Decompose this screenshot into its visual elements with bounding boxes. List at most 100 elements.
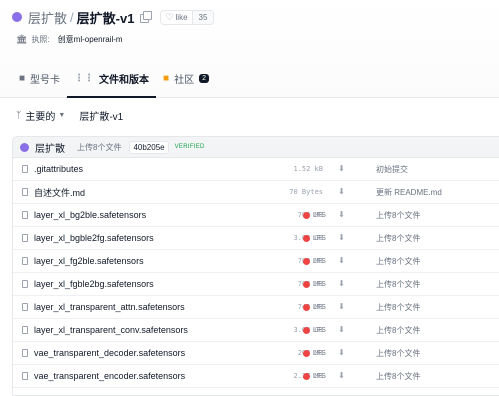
file-name-link[interactable]: layer_xl_transparent_conv.safetensors: [34, 325, 188, 335]
license-value[interactable]: 创意ml-openrail-m: [58, 34, 123, 45]
lfs-badge: LFS: [303, 349, 326, 357]
tab-community[interactable]: ■ 社区 2: [156, 60, 216, 98]
lfs-icon: [303, 211, 310, 219]
file-icon: [22, 349, 28, 357]
org-avatar[interactable]: [12, 12, 22, 22]
tab-model-card-label: 型号卡: [30, 74, 61, 86]
verified-badge: VERIFIED: [174, 144, 205, 150]
file-commit-message[interactable]: 上传8个文件: [376, 256, 420, 267]
file-icon: [22, 280, 28, 288]
lfs-icon: [303, 280, 310, 288]
file-commit-message[interactable]: 上传8个文件: [376, 371, 420, 382]
table-row: layer_xl_bg2ble.safetensors 702 MB LFS ⬇…: [13, 204, 499, 227]
file-size: 70 Bytes: [289, 188, 323, 196]
download-icon[interactable]: ⬇: [337, 187, 346, 197]
tab-files-and-versions[interactable]: ⋮⋮ 文件和版本: [67, 60, 157, 98]
lfs-badge: LFS: [303, 326, 326, 334]
commit-author[interactable]: 层扩散: [35, 140, 65, 155]
repo-name-link[interactable]: 层扩散-v1: [77, 8, 135, 27]
file-commit-message[interactable]: 上传8个文件: [376, 302, 420, 313]
lfs-icon: [303, 372, 310, 380]
lfs-label: LFS: [313, 326, 326, 334]
like-count[interactable]: 35: [191, 10, 214, 24]
lfs-badge: LFS: [303, 234, 326, 242]
file-name-link[interactable]: layer_xl_fgble2bg.safetensors: [34, 279, 154, 289]
table-row: 自述文件.md 70 Bytes ⬇ 更新 README.md: [13, 181, 499, 204]
file-commit-message[interactable]: 上传8个文件: [376, 325, 420, 336]
file-icon: [22, 211, 28, 219]
download-icon[interactable]: ⬇: [337, 371, 346, 381]
download-icon[interactable]: ⬇: [337, 256, 346, 266]
chevron-down-icon[interactable]: ▼: [58, 112, 65, 119]
breadcrumb[interactable]: 层扩散-v1: [79, 108, 123, 123]
file-name-link[interactable]: layer_xl_fg2ble.safetensors: [34, 256, 144, 266]
file-name-link[interactable]: 自述文件.md: [34, 186, 85, 199]
file-icon: [22, 188, 28, 196]
file-commit-message[interactable]: 上传8个文件: [376, 210, 420, 221]
community-count-badge: 2: [199, 73, 209, 83]
tab-model-card[interactable]: ■ 型号卡: [12, 60, 67, 98]
last-commit-bar: 层扩散 上传8个文件 40b205e VERIFIED: [13, 137, 499, 158]
lfs-badge: LFS: [303, 211, 326, 219]
file-name-link[interactable]: vae_transparent_encoder.safetensors: [34, 371, 185, 381]
branch-row: ᛉ 主要的 ▼ 层扩散-v1: [16, 108, 123, 123]
avatar: [20, 142, 29, 152]
download-icon[interactable]: ⬇: [337, 164, 346, 174]
file-icon: [22, 234, 28, 242]
file-commit-message[interactable]: 更新 README.md: [376, 187, 442, 198]
table-row: layer_xl_transparent_attn.safetensors 74…: [13, 296, 499, 319]
lfs-icon: [303, 326, 310, 334]
like-label: like: [175, 12, 188, 22]
org-name-link[interactable]: 层扩散: [28, 8, 67, 27]
file-icon: [22, 257, 28, 265]
file-name-link[interactable]: layer_xl_transparent_attn.safetensors: [34, 302, 185, 312]
lfs-label: LFS: [313, 303, 326, 311]
file-name-link[interactable]: layer_xl_bgble2fg.safetensors: [34, 233, 154, 243]
repo-title-row: 层扩散 / 层扩散-v1 ♡ like 35: [12, 8, 215, 27]
cube-icon: ■: [19, 72, 26, 84]
lfs-label: LFS: [313, 372, 326, 380]
lfs-badge: LFS: [303, 372, 326, 380]
commit-message[interactable]: 上传8个文件: [77, 142, 121, 153]
copy-icon[interactable]: [140, 11, 153, 23]
table-row: layer_xl_fg2ble.safetensors 702 MB LFS ⬇…: [13, 250, 499, 273]
commit-hash[interactable]: 40b205e: [129, 140, 169, 154]
download-icon[interactable]: ⬇: [337, 233, 346, 243]
table-row: vae_transparent_encoder.safetensors 2.37…: [13, 365, 499, 388]
table-row: layer_xl_transparent_conv.safetensors 3.…: [13, 319, 499, 342]
like-button[interactable]: ♡ like 35: [160, 9, 215, 25]
download-icon[interactable]: ⬇: [337, 325, 346, 335]
branch-selector[interactable]: 主要的: [25, 108, 55, 123]
table-row: vae_transparent_decoder.safetensors 208 …: [13, 342, 499, 365]
lfs-icon: [303, 303, 310, 311]
lfs-badge: LFS: [303, 303, 326, 311]
download-icon[interactable]: ⬇: [337, 210, 346, 220]
lfs-label: LFS: [313, 280, 326, 288]
file-icon: [22, 303, 28, 311]
download-icon[interactable]: ⬇: [337, 302, 346, 312]
file-commit-message[interactable]: 初始提交: [376, 164, 408, 175]
lfs-icon: [303, 349, 310, 357]
lfs-label: LFS: [313, 234, 326, 242]
heart-icon: ♡: [165, 11, 174, 22]
chat-icon: ■: [163, 72, 170, 84]
file-name-link[interactable]: .gitattributes: [34, 164, 83, 174]
file-commit-message[interactable]: 上传8个文件: [376, 348, 420, 359]
download-icon[interactable]: ⬇: [337, 348, 346, 358]
file-name-link[interactable]: vae_transparent_decoder.safetensors: [34, 348, 185, 358]
file-name-link[interactable]: layer_xl_bg2ble.safetensors: [34, 210, 146, 220]
lfs-icon: [303, 234, 310, 242]
file-commit-message[interactable]: 上传8个文件: [376, 279, 420, 290]
files-icon: ⋮⋮: [74, 72, 95, 84]
file-size: 1.52 kB: [293, 165, 323, 173]
table-row: .gitattributes 1.52 kB ⬇ 初始提交: [13, 158, 499, 181]
lfs-badge: LFS: [303, 257, 326, 265]
lfs-icon: [303, 257, 310, 265]
file-icon: [22, 326, 28, 334]
tab-files-label: 文件和版本: [99, 74, 150, 86]
lfs-badge: LFS: [303, 280, 326, 288]
file-commit-message[interactable]: 上传8个文件: [376, 233, 420, 244]
title-separator: /: [70, 9, 74, 25]
download-icon[interactable]: ⬇: [337, 279, 346, 289]
license-label: 执照:: [31, 34, 50, 44]
